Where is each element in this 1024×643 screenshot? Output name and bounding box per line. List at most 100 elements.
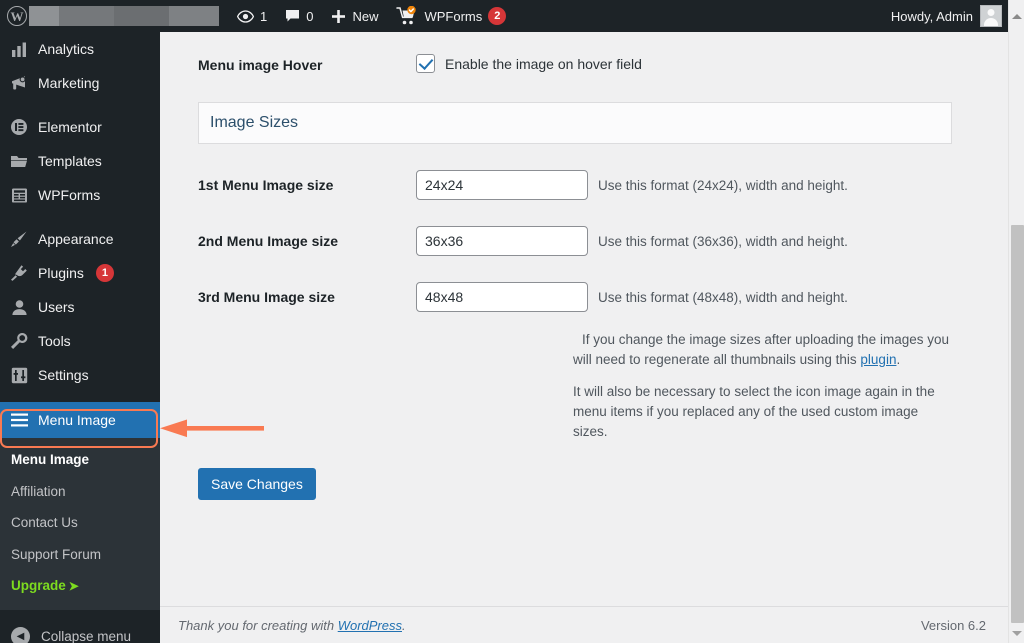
wpforms-menu[interactable]: WPForms 2	[387, 0, 515, 32]
comments-count: 0	[306, 8, 314, 24]
sidebar-label-templates: Templates	[38, 153, 102, 169]
updates-icon	[237, 9, 254, 23]
sidebar-item-plugins[interactable]: Plugins 1	[0, 256, 160, 290]
shopping-cart-icon	[396, 6, 418, 26]
third-size-help: Use this format (48x48), width and heigh…	[598, 289, 848, 305]
sidebar-item-wpforms[interactable]: WPForms	[0, 178, 160, 212]
plugins-update-badge: 1	[95, 264, 114, 282]
wpforms-label: WPForms	[424, 8, 483, 24]
image-sizes-panel: Image Sizes	[198, 102, 952, 144]
sidebar-item-analytics[interactable]: Analytics	[0, 32, 160, 66]
note1-text-after: .	[896, 352, 901, 368]
first-size-input[interactable]	[416, 170, 588, 200]
upgrade-arrow-icon: ➤	[68, 579, 79, 594]
submenu-item-affiliation[interactable]: Affiliation	[0, 476, 160, 508]
wordpress-version: Version 6.2	[920, 617, 986, 633]
wordpress-admin-screen: W 1 0 New WPForms 2 Howdy, Admin Analyti…	[0, 0, 1024, 643]
comment-bubble-icon	[285, 9, 300, 23]
wordpress-logo-icon: W	[7, 6, 27, 26]
site-name-redacted	[29, 6, 219, 26]
sidebar-label-appearance: Appearance	[38, 231, 114, 247]
footer-thanks-before: Thank you for creating with	[178, 617, 338, 633]
sidebar-label-plugins: Plugins	[38, 265, 84, 281]
elementor-icon	[9, 117, 29, 137]
site-name-menu[interactable]	[29, 0, 228, 32]
plus-icon	[331, 9, 346, 24]
sidebar-label-wpforms: WPForms	[38, 187, 101, 203]
admin-footer: Thank you for creating with WordPress. V…	[160, 606, 1008, 643]
sidebar-label-analytics: Analytics	[38, 41, 95, 57]
third-size-label: 3rd Menu Image size	[198, 289, 335, 305]
image-sizes-notes: If you change the image sizes after uplo…	[573, 330, 952, 442]
note-reselect-icon: It will also be necessary to select the …	[573, 383, 935, 440]
first-size-help: Use this format (24x24), width and heigh…	[598, 177, 848, 193]
collapse-menu-label: Collapse menu	[41, 629, 132, 643]
user-icon	[9, 297, 29, 317]
note-regenerate-thumbnails: If you change the image sizes after uplo…	[573, 330, 952, 371]
third-size-input[interactable]	[416, 282, 588, 312]
account-menu[interactable]: Howdy, Admin	[891, 5, 1008, 27]
enable-hover-checkbox[interactable]	[416, 54, 435, 73]
save-changes-button[interactable]: Save Changes	[198, 468, 316, 501]
footer-thanks: Thank you for creating with WordPress.	[178, 618, 406, 633]
sidebar-label-menu-image: Menu Image	[38, 412, 116, 428]
wrench-icon	[9, 331, 29, 351]
sidebar-item-elementor[interactable]: Elementor	[0, 110, 160, 144]
sidebar-label-users: Users	[38, 299, 75, 315]
sidebar-item-appearance[interactable]: Appearance	[0, 222, 160, 256]
scroll-up-arrow-icon[interactable]	[1009, 8, 1024, 24]
image-sizes-title: Image Sizes	[210, 114, 299, 131]
submenu-item-contact-us[interactable]: Contact Us	[0, 507, 160, 539]
sidebar-label-tools: Tools	[38, 333, 71, 349]
save-changes-area: Save Changes	[160, 468, 1008, 501]
admin-bar: W 1 0 New WPForms 2 Howdy, Admin	[0, 0, 1008, 32]
updates-count: 1	[260, 8, 268, 24]
submenu-item-upgrade[interactable]: Upgrade ➤	[0, 570, 160, 602]
menu-image-submenu: Menu Image Affiliation Contact Us Suppor…	[0, 438, 160, 610]
wordpress-logo-button[interactable]: W	[0, 0, 31, 32]
footer-thanks-after: .	[402, 617, 406, 633]
collapse-menu-button[interactable]: ◀ Collapse menu	[0, 620, 160, 643]
wpforms-badge: 2	[488, 7, 507, 25]
first-size-label: 1st Menu Image size	[198, 177, 334, 193]
enable-hover-label: Enable the image on hover field	[445, 55, 642, 72]
scroll-down-arrow-icon[interactable]	[1009, 625, 1024, 641]
plug-icon	[9, 263, 29, 283]
admin-sidebar: Products Analytics Marketing Elementor	[0, 26, 160, 643]
howdy-label: Howdy, Admin	[890, 8, 973, 24]
first-menu-image-size-row: 1st Menu Image size Use this format (24x…	[160, 170, 1008, 200]
menu-image-hover-label: Menu image Hover	[198, 57, 323, 73]
comments-button[interactable]: 0	[276, 0, 322, 32]
sidebar-item-marketing[interactable]: Marketing	[0, 66, 160, 100]
second-size-label: 2nd Menu Image size	[198, 233, 339, 249]
submenu-item-support-forum[interactable]: Support Forum	[0, 539, 160, 571]
sidebar-item-settings[interactable]: Settings	[0, 358, 160, 392]
sidebar-item-menu-image[interactable]: Menu Image	[0, 402, 160, 438]
sidebar-item-templates[interactable]: Templates	[0, 144, 160, 178]
wordpress-link[interactable]: WordPress	[338, 618, 402, 633]
regenerate-plugin-link[interactable]: plugin	[860, 352, 896, 367]
hamburger-menu-icon	[9, 410, 29, 430]
sidebar-label-marketing: Marketing	[38, 75, 100, 91]
sidebar-item-tools[interactable]: Tools	[0, 324, 160, 358]
page-scrollbar[interactable]	[1008, 0, 1024, 643]
sidebar-item-users[interactable]: Users	[0, 290, 160, 324]
second-menu-image-size-row: 2nd Menu Image size Use this format (36x…	[160, 226, 1008, 256]
menu-image-hover-row: Menu image Hover Enable the image on hov…	[160, 54, 1008, 73]
new-label: New	[352, 8, 379, 24]
sliders-icon	[9, 365, 29, 385]
third-menu-image-size-row: 3rd Menu Image size Use this format (48x…	[160, 282, 1008, 312]
updates-button[interactable]: 1	[228, 0, 276, 32]
submenu-item-menu-image[interactable]: Menu Image	[0, 444, 160, 476]
megaphone-icon	[9, 73, 29, 93]
second-size-help: Use this format (36x36), width and heigh…	[598, 233, 848, 249]
submenu-upgrade-label: Upgrade	[11, 578, 66, 594]
sidebar-label-settings: Settings	[38, 367, 89, 383]
scrollbar-thumb[interactable]	[1011, 225, 1024, 623]
second-size-input[interactable]	[416, 226, 588, 256]
new-content-button[interactable]: New	[322, 0, 387, 32]
main-content: Menu image Hover Enable the image on hov…	[160, 26, 1008, 643]
sidebar-label-elementor: Elementor	[38, 119, 102, 135]
folder-icon	[9, 151, 29, 171]
wpforms-clipboard-icon	[9, 185, 29, 205]
